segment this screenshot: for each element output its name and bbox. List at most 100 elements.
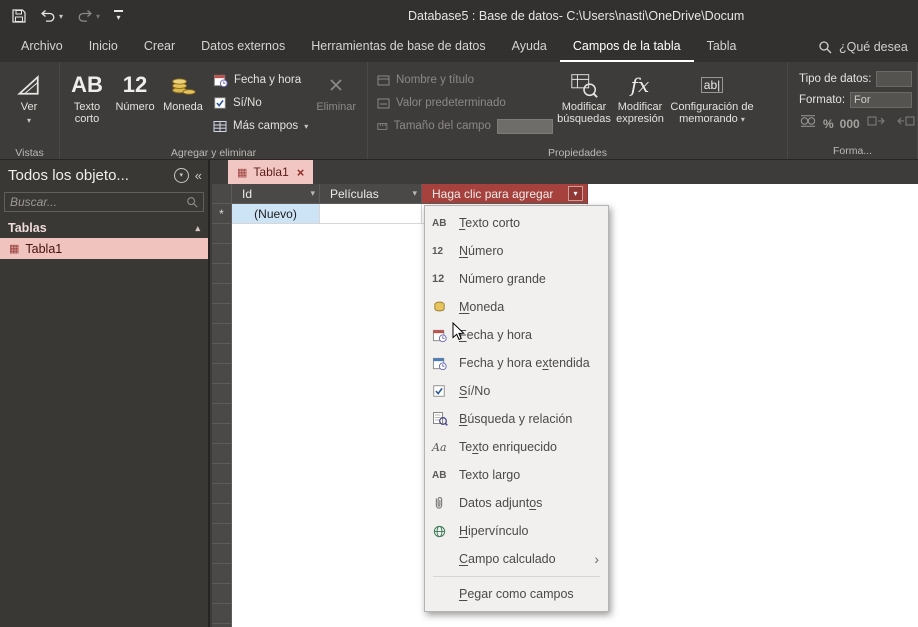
chevron-down-icon: ▾ bbox=[59, 11, 64, 21]
record-selector[interactable] bbox=[212, 404, 232, 424]
save-button[interactable] bbox=[12, 9, 26, 23]
delete-button[interactable]: Eliminar bbox=[312, 64, 360, 146]
ribbon-search[interactable]: ¿Qué desea bbox=[818, 32, 918, 62]
data-type-dropdown[interactable] bbox=[876, 70, 912, 87]
column-header-haga-clic-para-agregar[interactable]: Haga clic para agregar ▾ bbox=[422, 184, 588, 204]
record-selector[interactable] bbox=[212, 464, 232, 484]
ribbon-tab-campos-de-la-tabla[interactable]: Campos de la tabla bbox=[559, 32, 694, 62]
ribbon-tab-archivo[interactable]: Archivo bbox=[8, 32, 76, 62]
name-title-button[interactable]: Nombre y título bbox=[377, 71, 553, 89]
menu-item-si-no[interactable]: Sí/No bbox=[425, 377, 608, 405]
ribbon-group-vistas: Ver ▾ Vistas bbox=[0, 62, 60, 159]
increase-decimals-button[interactable] bbox=[866, 114, 888, 133]
increase-decimals-icon bbox=[867, 116, 885, 126]
default-value-button[interactable]: Valor predeterminado bbox=[377, 94, 553, 112]
short-text-icon: AB bbox=[71, 72, 103, 97]
record-selector[interactable] bbox=[212, 484, 232, 504]
currency-format-button[interactable] bbox=[799, 114, 817, 133]
add-field-dropdown-button[interactable]: ▾ bbox=[568, 186, 583, 201]
modify-expression-button[interactable]: fx Modificar expresión bbox=[611, 64, 669, 146]
undo-button[interactable]: ▾ bbox=[40, 9, 63, 23]
nav-search-box[interactable]: Buscar... bbox=[4, 192, 204, 212]
cell-peliculas-new[interactable] bbox=[320, 204, 422, 224]
record-selector[interactable] bbox=[212, 264, 232, 284]
record-selector[interactable] bbox=[212, 224, 232, 244]
field-type-menu: AB Texto corto 12 Número 12 Número grande Mone… bbox=[424, 205, 609, 612]
menu-item-datos-adjuntos[interactable]: Datos adjuntos bbox=[425, 489, 608, 517]
menu-item-numero[interactable]: 12 Número bbox=[425, 237, 608, 265]
record-selector[interactable] bbox=[212, 504, 232, 524]
nav-pane-title[interactable]: Todos los objeto... bbox=[8, 167, 168, 184]
short-text-button[interactable]: AB Texto corto bbox=[63, 64, 111, 146]
ribbon-search-text: ¿Qué desea bbox=[839, 40, 908, 54]
record-selector[interactable] bbox=[212, 384, 232, 404]
percent-format-button[interactable]: % bbox=[823, 117, 834, 131]
menu-item-fecha-y-hora[interactable]: Fecha y hora bbox=[425, 321, 608, 349]
number-button[interactable]: 12 Número bbox=[111, 64, 159, 146]
ribbon-tab-crear[interactable]: Crear bbox=[131, 32, 188, 62]
decrease-decimals-button[interactable] bbox=[894, 114, 916, 133]
menu-item-texto-largo[interactable]: AB Texto largo bbox=[425, 461, 608, 489]
navigation-pane: Todos los objeto... ▾ « Buscar... Tablas… bbox=[0, 160, 210, 627]
date-time-button[interactable]: Fecha y hora bbox=[213, 71, 308, 89]
record-selector[interactable] bbox=[212, 584, 232, 604]
record-selector[interactable] bbox=[212, 244, 232, 264]
record-selector[interactable] bbox=[212, 564, 232, 584]
record-selector[interactable] bbox=[212, 444, 232, 464]
thousands-format-button[interactable]: 000 bbox=[840, 117, 860, 131]
group-label-propiedades: Propiedades bbox=[548, 147, 607, 159]
more-fields-button[interactable]: Más campos ▾ bbox=[213, 117, 308, 135]
record-selector[interactable] bbox=[212, 324, 232, 344]
menu-item-hipervinculo[interactable]: Hipervínculo bbox=[425, 517, 608, 545]
column-dropdown-icon[interactable]: ▾ bbox=[412, 188, 417, 199]
modify-lookups-button[interactable]: Modificar búsquedas bbox=[557, 64, 611, 146]
menu-item-pegar-como-campos[interactable]: Pegar como campos bbox=[425, 580, 608, 608]
menu-item-moneda[interactable]: Moneda bbox=[425, 293, 608, 321]
nav-menu-chevron-icon[interactable]: ▾ bbox=[173, 167, 189, 183]
ribbon-tab-herramientas-de-base-de-datos[interactable]: Herramientas de base de datos bbox=[298, 32, 498, 62]
redo-button[interactable]: ▾ bbox=[77, 9, 100, 23]
menu-item-busqueda-y-relacion[interactable]: Búsqueda y relación bbox=[425, 405, 608, 433]
view-button[interactable]: Ver ▾ bbox=[3, 64, 55, 146]
document-tab-tabla1[interactable]: ▦ Tabla1 × bbox=[228, 160, 314, 184]
record-selector[interactable] bbox=[212, 364, 232, 384]
nav-section-tablas[interactable]: Tablas ▴ bbox=[0, 218, 208, 238]
shutter-bar-button[interactable]: « bbox=[195, 168, 202, 183]
access-window: ▾ ▾ ▾ Database5 : Base de datos- C:\User… bbox=[0, 0, 918, 627]
close-icon[interactable]: × bbox=[297, 165, 305, 180]
record-selector[interactable] bbox=[212, 544, 232, 564]
table-icon: ▦ bbox=[9, 243, 20, 255]
cell-id-new[interactable]: (Nuevo) bbox=[232, 204, 320, 224]
ribbon-tab-ayuda[interactable]: Ayuda bbox=[499, 32, 560, 62]
field-size-row: Tamaño del campo bbox=[377, 117, 553, 135]
format-dropdown[interactable]: For bbox=[850, 91, 912, 108]
menu-item-numero-grande[interactable]: 12 Número grande bbox=[425, 265, 608, 293]
column-dropdown-icon[interactable]: ▾ bbox=[310, 188, 315, 199]
menu-item-campo-calculado[interactable]: Campo calculado › bbox=[425, 545, 608, 573]
menu-item-fecha-y-hora-extendida[interactable]: Fecha y hora extendida bbox=[425, 349, 608, 377]
record-selector[interactable] bbox=[212, 284, 232, 304]
record-selector[interactable] bbox=[212, 424, 232, 444]
record-selector[interactable] bbox=[212, 304, 232, 324]
record-selector[interactable] bbox=[212, 524, 232, 544]
record-selector[interactable] bbox=[212, 344, 232, 364]
yes-no-button[interactable]: Sí/No bbox=[213, 94, 308, 112]
titlebar: ▾ ▾ ▾ Database5 : Base de datos- C:\User… bbox=[0, 0, 918, 32]
menu-item-texto-enriquecido[interactable]: Aa Texto enriquecido bbox=[425, 433, 608, 461]
group-label-agregar: Agregar y eliminar bbox=[170, 147, 257, 159]
record-selector[interactable] bbox=[212, 604, 232, 624]
column-header-peliculas[interactable]: Películas ▾ bbox=[320, 184, 422, 204]
menu-item-texto-corto[interactable]: AB Texto corto bbox=[425, 209, 608, 237]
ribbon-tab-datos-externos[interactable]: Datos externos bbox=[188, 32, 298, 62]
ribbon-tab-inicio[interactable]: Inicio bbox=[76, 32, 131, 62]
memo-settings-button[interactable]: ab| Configuración de memorando ▾ bbox=[669, 64, 755, 146]
customize-qat-button[interactable]: ▾ bbox=[114, 10, 123, 22]
select-all-corner[interactable] bbox=[212, 184, 232, 204]
nav-item-tabla1[interactable]: ▦ Tabla1 bbox=[0, 238, 208, 259]
column-header-id[interactable]: Id ▾ bbox=[232, 184, 320, 204]
field-size-input[interactable] bbox=[496, 118, 553, 134]
currency-button[interactable]: Moneda bbox=[159, 64, 207, 146]
new-record-selector[interactable]: * bbox=[212, 204, 232, 224]
date-time-extended-icon bbox=[432, 356, 459, 371]
ribbon-tab-tabla[interactable]: Tabla bbox=[694, 32, 750, 62]
